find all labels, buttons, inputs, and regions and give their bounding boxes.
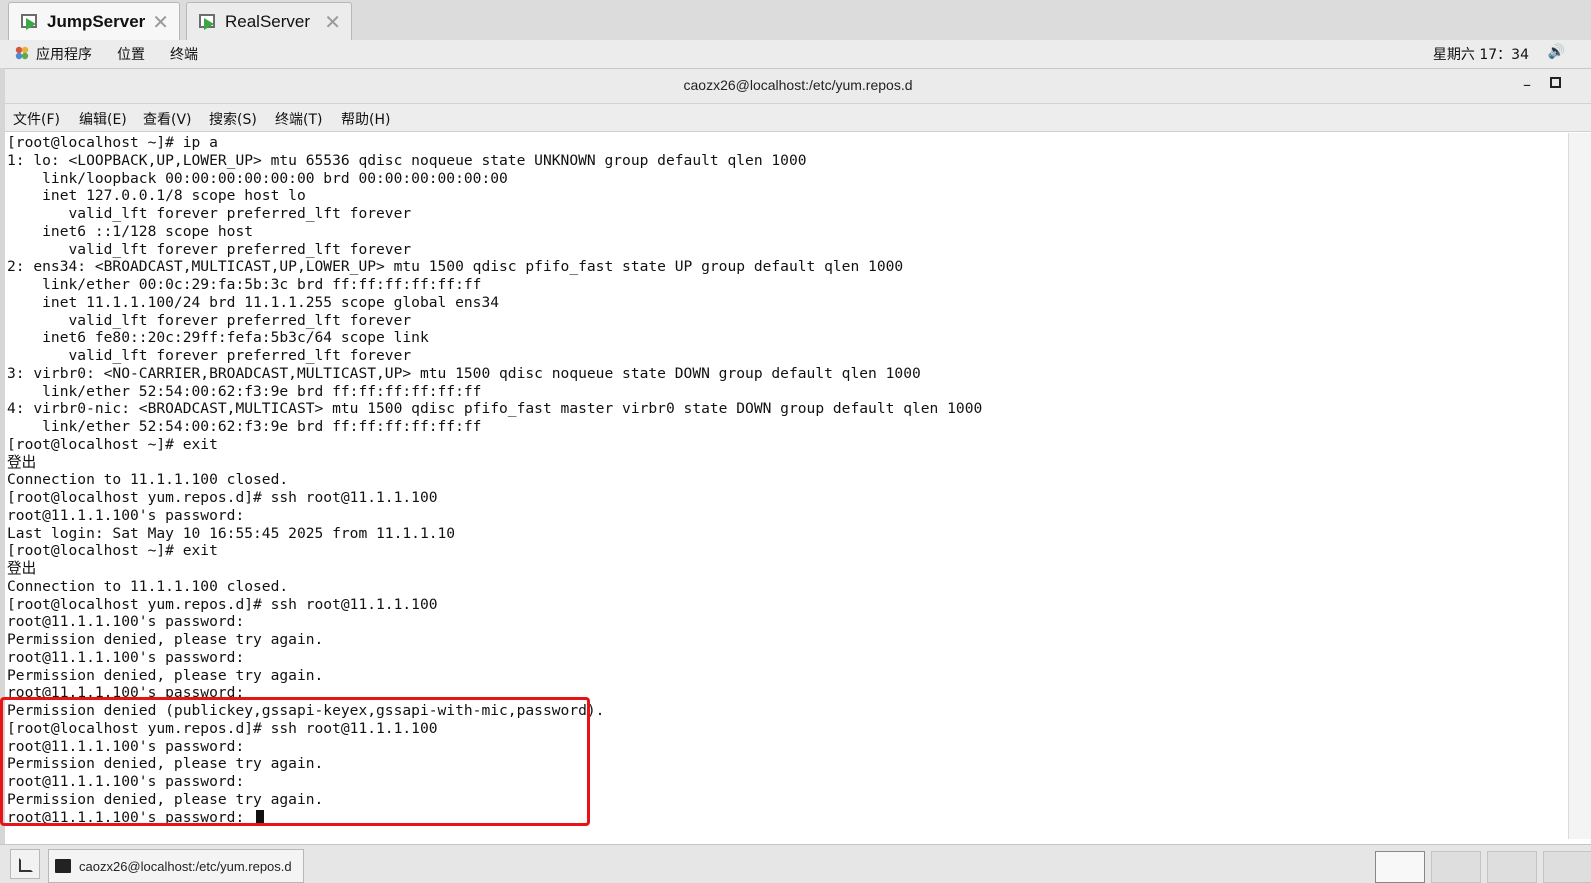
terminal-line: root@11.1.1.100's password: bbox=[7, 648, 245, 666]
workspace-2[interactable] bbox=[1431, 851, 1481, 883]
bottom-taskbar: caozx26@localhost:/etc/yum.repos.d bbox=[0, 844, 1591, 883]
terminal-line: valid_lft forever preferred_lft forever bbox=[7, 347, 412, 364]
terminal-line: 1: lo: <LOOPBACK,UP,LOWER_UP> mtu 65536 … bbox=[7, 151, 807, 169]
close-icon[interactable]: ✕ bbox=[152, 10, 169, 34]
menu-search[interactable]: 搜索(S) bbox=[209, 109, 257, 129]
terminal-line: Connection to 11.1.1.100 closed. bbox=[7, 471, 289, 489]
terminal-scrollbar[interactable] bbox=[1568, 133, 1591, 839]
terminal-line: Permission denied, please try again. bbox=[7, 631, 324, 648]
panel-menu-terminal[interactable]: 终端 bbox=[170, 44, 198, 64]
terminal-line: inet 127.0.0.1/8 scope host lo bbox=[7, 187, 306, 205]
panel-menu-applications[interactable]: 应用程序 bbox=[36, 44, 92, 64]
desktop-icon bbox=[19, 858, 33, 872]
terminal-line: [root@localhost ~]# exit bbox=[7, 435, 218, 453]
menu-help[interactable]: 帮助(H) bbox=[341, 109, 390, 129]
close-icon[interactable]: ✕ bbox=[324, 10, 341, 34]
workspace-3[interactable] bbox=[1487, 851, 1537, 883]
taskbar-item-label: caozx26@localhost:/etc/yum.repos.d bbox=[79, 858, 292, 874]
terminal-line: [root@localhost ~]# ip a bbox=[7, 134, 218, 151]
minimize-icon[interactable]: – bbox=[1523, 75, 1531, 94]
terminal-line: link/loopback 00:00:00:00:00:00 brd 00:0… bbox=[7, 169, 508, 187]
terminal-line: valid_lft forever preferred_lft forever bbox=[7, 240, 412, 258]
tab-label: RealServer bbox=[225, 11, 311, 31]
vm-icon bbox=[197, 11, 219, 33]
terminal-line: Last login: Sat May 10 16:55:45 2025 fro… bbox=[7, 524, 456, 542]
terminal-line: Permission denied, please try again. bbox=[7, 666, 324, 684]
panel-menu-places[interactable]: 位置 bbox=[117, 44, 145, 64]
terminal-line: 2: ens34: <BROADCAST,MULTICAST,UP,LOWER_… bbox=[7, 258, 904, 276]
speaker-icon[interactable]: 🔊 bbox=[1548, 44, 1565, 60]
terminal-line: [root@localhost yum.repos.d]# ssh root@1… bbox=[7, 595, 438, 613]
vm-tab-bar: JumpServer ✕ RealServer ✕ bbox=[0, 0, 1591, 41]
terminal-line: link/ether 52:54:00:62:f3:9e brd ff:ff:f… bbox=[7, 418, 482, 435]
terminal-line: [root@localhost ~]# exit bbox=[7, 542, 218, 560]
terminal-line: valid_lft forever preferred_lft forever bbox=[7, 311, 412, 329]
menu-file[interactable]: 文件(F) bbox=[13, 109, 60, 129]
terminal-line: inet6 ::1/128 scope host bbox=[7, 222, 254, 240]
terminal-line: valid_lft forever preferred_lft forever bbox=[7, 205, 412, 222]
window-title: caozx26@localhost:/etc/yum.repos.d bbox=[683, 77, 913, 93]
top-panel: 应用程序 位置 终端 星期六 17：34 🔊 bbox=[0, 40, 1591, 69]
workspace-1[interactable] bbox=[1375, 851, 1425, 883]
clock[interactable]: 星期六 17：34 bbox=[1433, 44, 1529, 64]
maximize-icon[interactable] bbox=[1550, 77, 1561, 88]
window-titlebar: caozx26@localhost:/etc/yum.repos.d – bbox=[5, 69, 1591, 104]
terminal-icon bbox=[55, 859, 71, 873]
vm-icon bbox=[19, 11, 41, 33]
terminal-line: 登出 bbox=[7, 560, 37, 577]
workspace-4[interactable] bbox=[1543, 851, 1591, 883]
terminal-line: Connection to 11.1.1.100 closed. bbox=[7, 577, 289, 595]
terminal-line: link/ether 52:54:00:62:f3:9e brd ff:ff:f… bbox=[7, 382, 482, 400]
tab-label: JumpServer bbox=[47, 11, 146, 31]
show-desktop-button[interactable] bbox=[10, 849, 40, 879]
terminal-line: [root@localhost yum.repos.d]# ssh root@1… bbox=[7, 489, 438, 506]
terminal-line: root@11.1.1.100's password: bbox=[7, 506, 245, 524]
terminal-line: 4: virbr0-nic: <BROADCAST,MULTICAST> mtu… bbox=[7, 400, 983, 418]
tab-jumpserver[interactable]: JumpServer ✕ bbox=[8, 2, 180, 40]
terminal-line: 登出 bbox=[7, 453, 37, 471]
terminal-line: 3: virbr0: <NO-CARRIER,BROADCAST,MULTICA… bbox=[7, 364, 921, 382]
terminal-line: root@11.1.1.100's password: bbox=[7, 613, 245, 631]
terminal-line: link/ether 00:0c:29:fa:5b:3c brd ff:ff:f… bbox=[7, 276, 482, 293]
highlight-box bbox=[0, 697, 590, 826]
applications-icon bbox=[15, 46, 29, 60]
menu-bar: 文件(F) 编辑(E) 查看(V) 搜索(S) 终端(T) 帮助(H) bbox=[5, 104, 1591, 132]
menu-terminal[interactable]: 终端(T) bbox=[275, 109, 322, 129]
taskbar-item-terminal[interactable]: caozx26@localhost:/etc/yum.repos.d bbox=[48, 849, 304, 883]
terminal-line: inet6 fe80::20c:29ff:fefa:5b3c/64 scope … bbox=[7, 329, 429, 347]
tab-realserver[interactable]: RealServer ✕ bbox=[186, 2, 352, 40]
menu-view[interactable]: 查看(V) bbox=[143, 109, 192, 129]
terminal-line: inet 11.1.1.100/24 brd 11.1.1.255 scope … bbox=[7, 293, 500, 311]
menu-edit[interactable]: 编辑(E) bbox=[79, 109, 127, 129]
